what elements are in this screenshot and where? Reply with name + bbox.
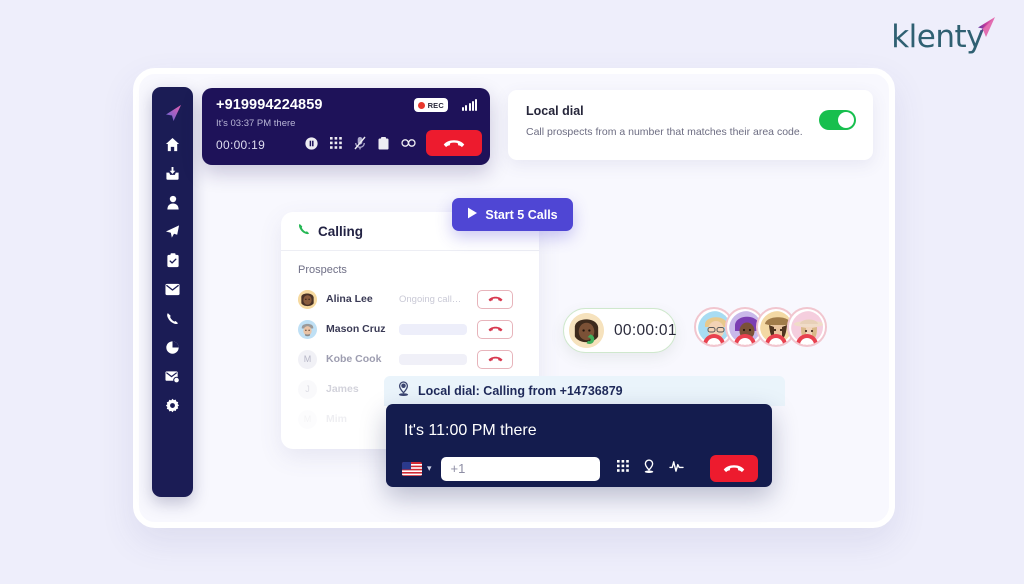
avatar: M [298, 409, 317, 429]
dialer-local-time: It's 11:00 PM there [404, 422, 537, 439]
location-pin-icon[interactable] [643, 458, 655, 479]
green-phone-icon [297, 222, 311, 241]
waveform-icon[interactable] [668, 460, 684, 478]
row-hangup-button[interactable] [477, 319, 513, 339]
keypad-icon[interactable] [330, 136, 342, 150]
dialer-action-icons [616, 458, 684, 479]
sidebar-item-tasks[interactable] [152, 246, 193, 275]
app-sidebar [152, 87, 193, 497]
timer-value: 00:00:01 [614, 321, 677, 339]
sidebar-item-inbox[interactable] [152, 159, 193, 188]
dialer-panel: It's 11:00 PM there ▾ +1 [386, 404, 772, 487]
brand-name: klenty [891, 19, 984, 55]
brand-logo: klenty [891, 17, 998, 55]
local-dial-title: Local dial [526, 104, 584, 118]
location-pin-icon [397, 380, 410, 402]
table-row[interactable]: M Kobe Cook [281, 344, 539, 374]
row-hangup-button[interactable] [477, 289, 513, 309]
mic-muted-icon[interactable] [354, 136, 366, 150]
call-participants-avatars [694, 307, 827, 347]
table-row[interactable]: Alina Lee Ongoing call… [281, 284, 539, 314]
woman-on-call-avatar [569, 313, 604, 348]
avatar [298, 289, 317, 309]
recording-label: REC [427, 100, 444, 110]
prospect-name: Kobe Cook [326, 353, 382, 365]
active-call-bar: +919994224859 It's 03:37 PM there REC 00… [202, 88, 490, 165]
start-calls-button[interactable]: Start 5 Calls [452, 198, 573, 231]
page-root: klenty +919994224859 It's 03:37 PM there… [0, 0, 1024, 584]
start-calls-label: Start 5 Calls [485, 207, 558, 222]
call-local-time: It's 03:37 PM there [216, 118, 296, 129]
pause-icon[interactable] [305, 136, 318, 150]
local-dial-toggle[interactable] [819, 110, 856, 130]
local-dial-banner: Local dial: Calling from +14736879 [384, 376, 785, 406]
active-call-timer-pill: 00:00:01 [563, 308, 676, 353]
call-duration: 00:00:19 [216, 138, 266, 152]
avatar-initial: J [305, 384, 310, 394]
sidebar-item-home[interactable] [152, 130, 193, 159]
calling-card-title: Calling [318, 223, 364, 239]
sidebar-item-cadences[interactable] [152, 217, 193, 246]
status-placeholder-bar [399, 323, 467, 335]
paper-plane-logo-icon [972, 15, 998, 41]
prospect-status: Ongoing call… [399, 293, 462, 305]
chevron-down-icon[interactable]: ▾ [427, 463, 432, 474]
recording-badge: REC [413, 98, 448, 112]
phone-number-input[interactable]: +1 [440, 456, 600, 481]
prospect-name: Mason Cruz [326, 323, 386, 335]
notes-icon[interactable] [378, 136, 389, 150]
play-icon [467, 206, 478, 224]
table-row[interactable]: Mason Cruz [281, 314, 539, 344]
local-dial-setting-card: Local dial Call prospects from a number … [508, 90, 873, 160]
avatar: J [298, 379, 317, 399]
row-hangup-button[interactable] [477, 349, 513, 369]
sidebar-item-settings[interactable] [152, 391, 193, 420]
sidebar-item-mail-tracking[interactable] [152, 362, 193, 391]
hangup-button[interactable] [426, 130, 482, 156]
sidebar-item-prospects[interactable] [152, 188, 193, 217]
avatar [298, 319, 317, 339]
us-flag-icon[interactable] [402, 461, 422, 476]
avatar[interactable] [787, 307, 827, 347]
call-phone-number: +919994224859 [216, 97, 323, 113]
avatar-initial: M [303, 354, 312, 364]
status-placeholder-bar [399, 353, 467, 365]
signal-bars-icon [462, 98, 477, 111]
sidebar-item-reports[interactable] [152, 333, 193, 362]
avatar-initial: M [303, 414, 312, 424]
prospect-name: Alina Lee [326, 293, 373, 305]
keypad-icon[interactable] [616, 459, 629, 478]
call-actions [305, 136, 416, 150]
hangup-phone-icon [723, 465, 745, 473]
local-dial-banner-text: Local dial: Calling from +14736879 [418, 384, 623, 398]
record-dot-icon [417, 101, 425, 109]
sidebar-item-dialer[interactable] [152, 304, 193, 333]
local-dial-description: Call prospects from a number that matche… [526, 126, 803, 138]
toggle-knob [838, 112, 854, 128]
hangup-phone-icon [443, 139, 465, 147]
prospects-section-label: Prospects [298, 264, 347, 276]
dialer-hangup-button[interactable] [710, 455, 758, 482]
sidebar-item-logo[interactable] [152, 96, 193, 130]
avatar: M [298, 349, 317, 369]
link-icon[interactable] [401, 138, 416, 148]
sidebar-item-email[interactable] [152, 275, 193, 304]
dialer-input-row: ▾ +1 [402, 455, 758, 482]
